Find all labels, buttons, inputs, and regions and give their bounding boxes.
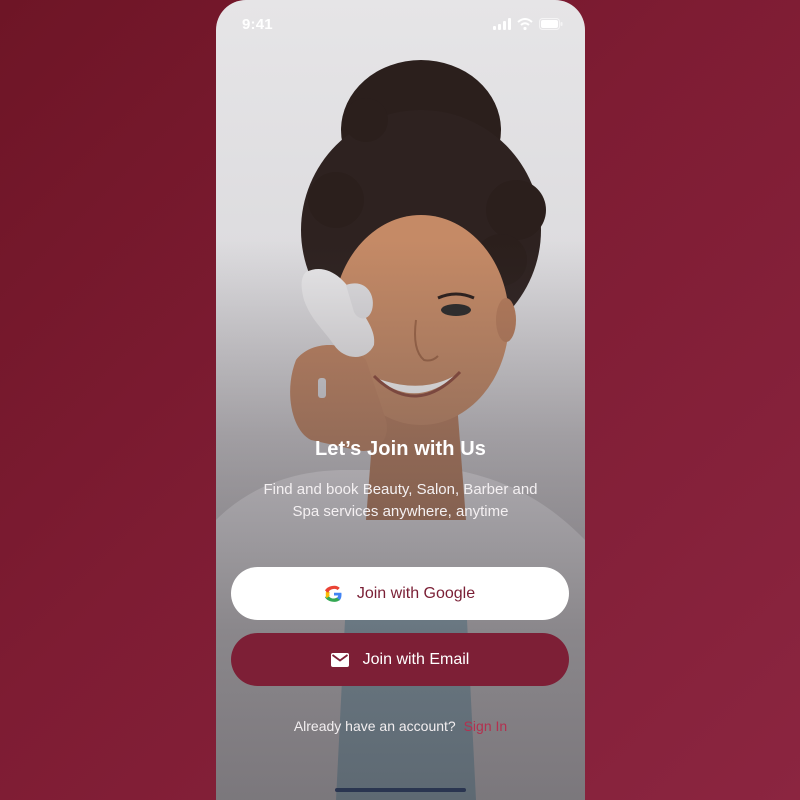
welcome-content: Let’s Join with Us Find and book Beauty,… bbox=[216, 430, 585, 523]
signin-prompt: Already have an account? bbox=[293, 718, 456, 734]
status-bar: 9:41 bbox=[216, 0, 585, 48]
mail-icon bbox=[330, 652, 349, 667]
signin-link[interactable]: Sign In bbox=[464, 718, 508, 734]
status-time: 9:41 bbox=[242, 15, 273, 33]
home-indicator[interactable] bbox=[335, 788, 466, 792]
google-icon bbox=[324, 585, 342, 602]
signal-icon bbox=[493, 18, 511, 30]
join-google-button[interactable]: Join with Google bbox=[231, 567, 569, 620]
page-title: Let’s Join with Us bbox=[314, 438, 487, 460]
join-google-label: Join with Google bbox=[356, 584, 476, 602]
signin-row: Already have an account? Sign In bbox=[216, 718, 585, 734]
status-icons bbox=[493, 18, 563, 30]
join-email-label: Join with Email bbox=[362, 650, 470, 668]
join-email-button[interactable]: Join with Email bbox=[231, 633, 569, 686]
page-subtitle: Find and book Beauty, Salon, Barber and … bbox=[263, 481, 538, 520]
wifi-icon bbox=[517, 18, 533, 30]
battery-icon bbox=[539, 18, 563, 30]
phone-screen: 9:41 Let’s Join with Us Find and book Be bbox=[216, 0, 585, 800]
